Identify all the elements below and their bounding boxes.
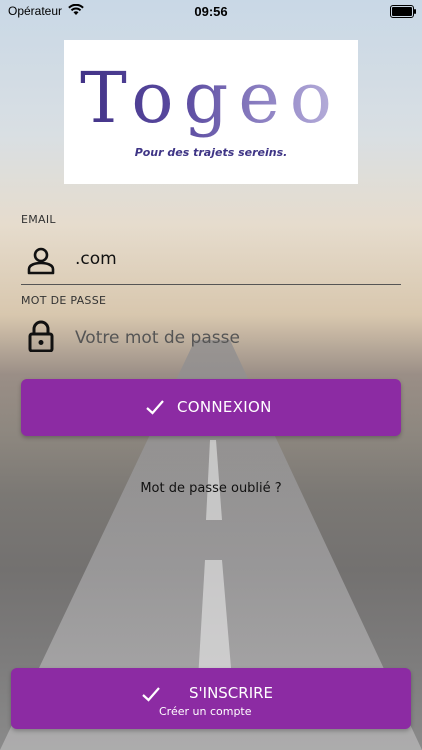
signup-button-subtitle: Créer un compte xyxy=(159,705,252,718)
email-label: EMAIL xyxy=(21,213,56,226)
password-field[interactable]: Votre mot de passe xyxy=(21,316,401,364)
signup-button-label: S'INSCRIRE xyxy=(189,684,274,702)
password-input[interactable]: Votre mot de passe xyxy=(75,328,240,348)
password-label: MOT DE PASSE xyxy=(21,294,107,307)
logo-tagline: Pour des trajets sereins. xyxy=(134,146,288,159)
battery-icon xyxy=(390,5,416,18)
status-time: 09:56 xyxy=(194,4,228,19)
email-input[interactable]: .com xyxy=(75,249,117,269)
user-icon xyxy=(27,247,55,275)
login-button[interactable]: CONNEXION xyxy=(21,379,401,436)
check-icon xyxy=(146,400,164,415)
logo-title: Togeo xyxy=(64,58,358,138)
status-bar: Opérateur 09:56 xyxy=(0,0,422,24)
forgot-password-link[interactable]: Mot de passe oublié ? xyxy=(0,481,422,496)
app-logo: Togeo Pour des trajets sereins. xyxy=(64,40,358,184)
signup-button[interactable]: S'INSCRIRE Créer un compte xyxy=(11,668,411,729)
lock-icon xyxy=(28,320,54,352)
check-icon xyxy=(142,687,160,702)
email-underline xyxy=(21,284,401,285)
email-field[interactable]: .com xyxy=(21,237,401,285)
login-button-label: CONNEXION xyxy=(177,398,272,416)
